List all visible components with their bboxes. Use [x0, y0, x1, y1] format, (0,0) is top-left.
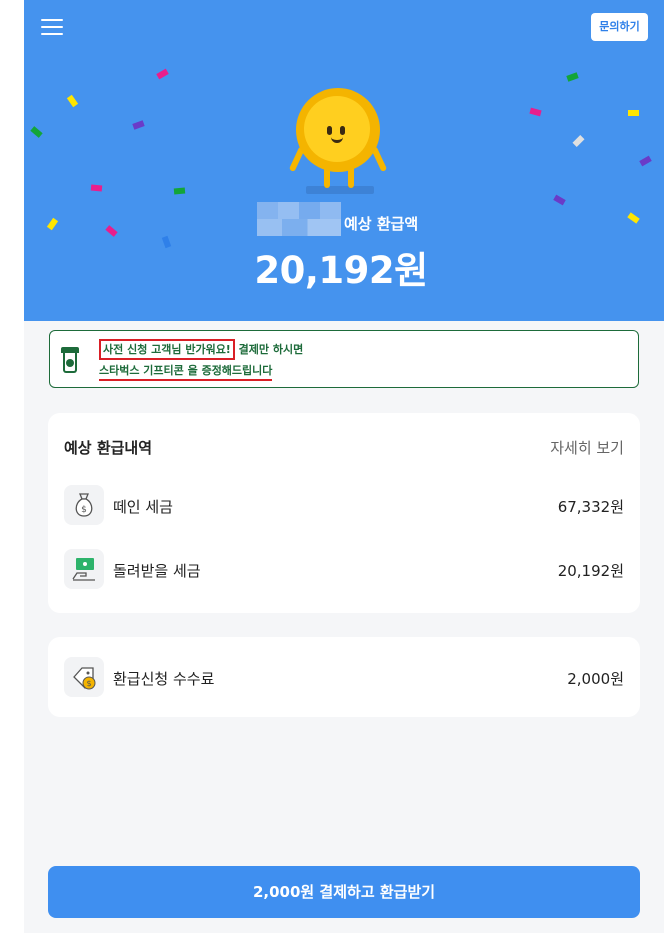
coin-mascot-icon	[288, 88, 392, 198]
item-label: 돌려받을 세금	[113, 562, 201, 580]
app-screen: 문의하기 예상 환급액 20,192원 사전 신청 고객님 반가워요! 결제만 …	[24, 0, 664, 933]
banner-highlight: 사전 신청 고객님 반가워요!	[99, 339, 235, 360]
fee-card: $ 환급신청 수수료 2,000원	[48, 637, 640, 717]
starbucks-cup-icon	[61, 347, 79, 373]
list-item: $ 환급신청 수수료 2,000원	[64, 657, 624, 697]
view-details-link[interactable]: 자세히 보기	[550, 437, 624, 458]
item-label: 떼인 세금	[113, 498, 173, 516]
card-title: 예상 환급내역	[64, 439, 153, 457]
money-bag-icon: $	[64, 485, 104, 525]
refund-amount: 20,192원	[254, 249, 428, 292]
refund-details-card: 예상 환급내역 자세히 보기 $ 떼인 세금 67,332원 돌려받을 세금 2…	[48, 413, 640, 613]
inquiry-button[interactable]: 문의하기	[591, 13, 648, 41]
starbucks-gift-banner[interactable]: 사전 신청 고객님 반가워요! 결제만 하시면 스타벅스 기프티콘 을 증정해드…	[49, 330, 639, 388]
list-item: $ 떼인 세금 67,332원	[64, 485, 624, 525]
fee-label: 환급신청 수수료	[113, 670, 215, 688]
refund-label: 예상 환급액	[344, 215, 419, 233]
svg-text:$: $	[86, 679, 91, 688]
list-item: 돌려받을 세금 20,192원	[64, 549, 624, 589]
blurred-customer-name	[257, 202, 341, 236]
hamburger-menu-icon[interactable]	[41, 18, 63, 36]
refund-hero: 문의하기 예상 환급액 20,192원	[24, 0, 664, 321]
banner-line2: 스타벅스 기프티콘 을 증정해드립니다	[99, 362, 273, 381]
cash-hand-icon	[64, 549, 104, 589]
item-value: 20,192원	[557, 562, 624, 580]
banner-line1-rest: 결제만 하시면	[234, 343, 304, 356]
pay-and-refund-button[interactable]: 2,000원 결제하고 환급받기	[48, 866, 640, 918]
price-tag-coin-icon: $	[64, 657, 104, 697]
svg-text:$: $	[81, 505, 87, 515]
fee-value: 2,000원	[567, 670, 624, 688]
banner-line1: 사전 신청 고객님 반가워요! 결제만 하시면	[99, 339, 304, 360]
item-value: 67,332원	[557, 498, 624, 516]
